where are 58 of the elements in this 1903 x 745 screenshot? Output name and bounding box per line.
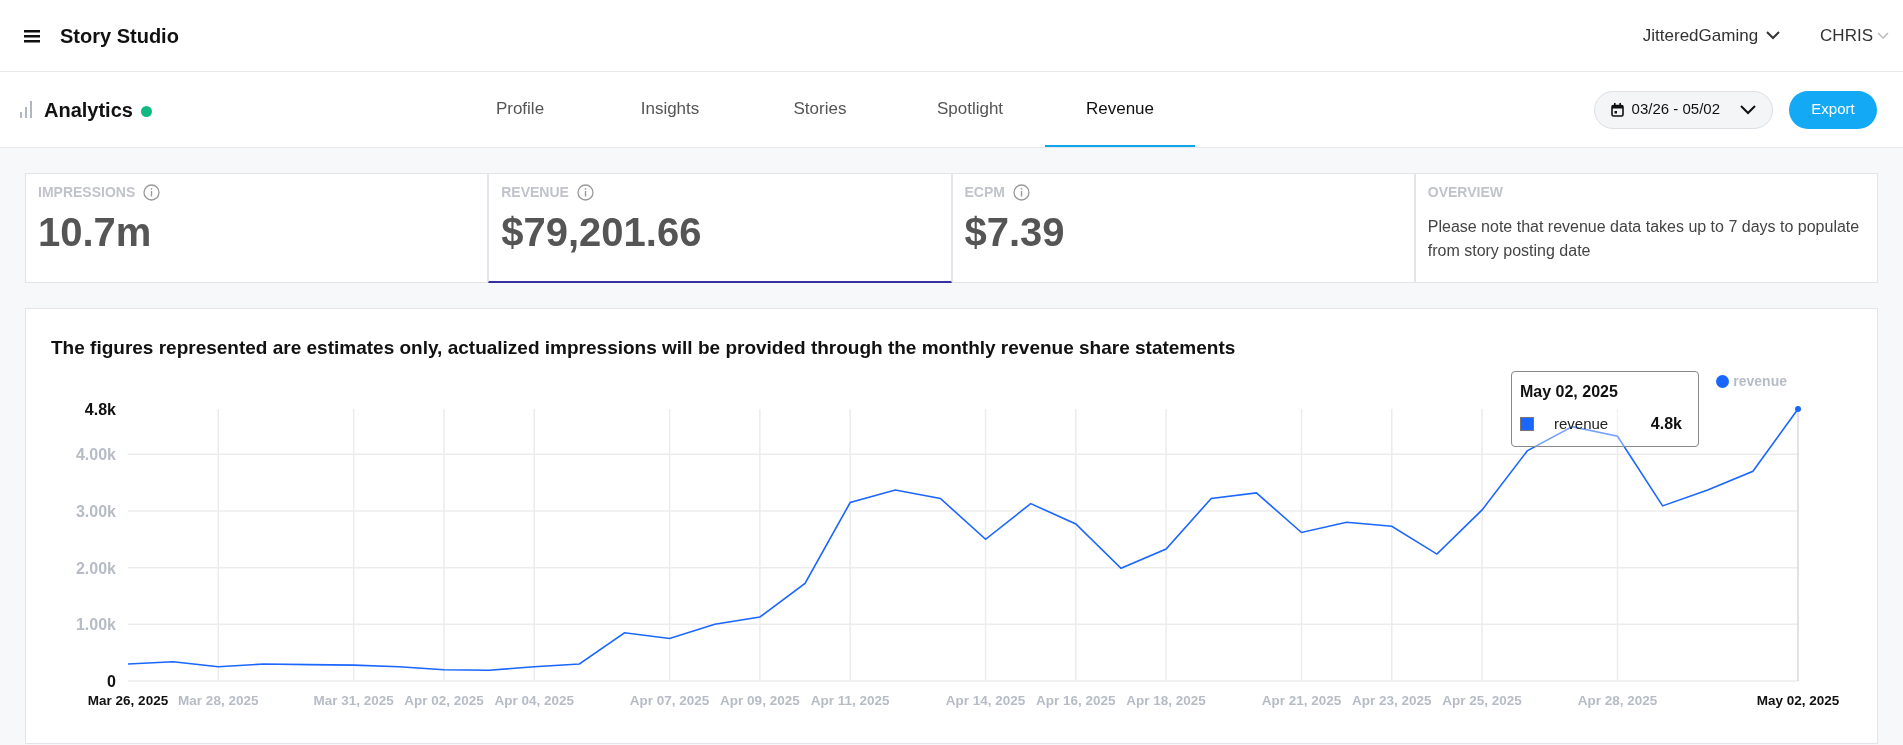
metric-label: IMPRESSIONS <box>38 183 136 202</box>
metric-value: 10.7m <box>38 209 153 256</box>
y-axis-label: 4.8k <box>84 401 116 418</box>
x-axis-label: Mar 31, 2025 <box>313 693 394 708</box>
x-axis-label: Apr 18, 2025 <box>1126 693 1206 708</box>
y-axis-label: 4.00k <box>75 446 116 464</box>
y-axis-label: 0 <box>107 673 116 690</box>
x-axis-label: Apr 16, 2025 <box>1036 693 1116 708</box>
x-axis-label: Apr 02, 2025 <box>404 693 484 708</box>
metric-value: $79,201.66 <box>501 209 703 256</box>
metric-label: ECPM <box>964 183 1005 202</box>
overview-label: OVERVIEW <box>1427 183 1504 202</box>
tooltip-date: May 02, 2025 <box>1520 382 1619 402</box>
user-menu[interactable]: CHRIS <box>1820 22 1889 49</box>
app-title: Story Studio <box>60 23 179 49</box>
y-axis-label: 2.00k <box>75 559 116 577</box>
section-title: Analytics <box>44 97 133 123</box>
metric-card[interactable]: REVENUE $79,201.66 <box>488 173 952 283</box>
chevron-down-icon <box>1766 31 1781 40</box>
metric-label: REVENUE <box>501 183 569 202</box>
nav-tab[interactable]: Stories <box>745 72 895 147</box>
chart-title: The figures represented are estimates only, actualized impressions will be provided through the monthly revenue share statements <box>51 336 1237 360</box>
chevron-down-icon <box>1740 104 1756 115</box>
x-axis-label: Apr 25, 2025 <box>1442 693 1522 708</box>
info-icon <box>576 184 594 201</box>
overview-note: Please note that revenue data takes up to 7 days to populate from story posting date <box>1427 217 1861 261</box>
metric-card[interactable]: ECPM $7.39 <box>951 173 1415 283</box>
y-axis-label: 3.00k <box>75 503 116 520</box>
x-axis-label: Mar 28, 2025 <box>178 693 259 708</box>
nav-tab[interactable]: Insights <box>595 72 745 147</box>
menu-icon[interactable] <box>24 28 40 43</box>
x-axis-label: Apr 28, 2025 <box>1577 693 1658 708</box>
tooltip-series: revenue <box>1554 413 1609 434</box>
x-axis-label: Apr 21, 2025 <box>1261 693 1342 708</box>
metric-card[interactable]: IMPRESSIONS 10.7m <box>25 173 489 283</box>
data-point <box>1795 406 1801 412</box>
x-axis-label: Apr 04, 2025 <box>494 693 574 708</box>
y-axis-label: 1.00k <box>75 616 116 634</box>
x-axis-label: Apr 11, 2025 <box>810 693 890 708</box>
info-icon <box>143 184 161 201</box>
x-axis-label: May 02, 2025 <box>1756 693 1840 708</box>
x-axis-label: Apr 07, 2025 <box>629 693 710 708</box>
calendar-icon <box>1610 102 1624 117</box>
tooltip-value: 4.8k <box>1650 414 1682 434</box>
info-icon <box>1012 184 1030 201</box>
date-range-picker[interactable]: 03/26 - 05/02 <box>1593 90 1773 129</box>
account-dropdown[interactable]: JitteredGaming <box>1642 22 1781 49</box>
chevron-down-icon <box>1877 31 1889 40</box>
series-swatch <box>1520 417 1534 431</box>
bar-chart-icon <box>20 101 32 118</box>
nav-tab[interactable]: Revenue <box>1045 72 1195 147</box>
nav-tab[interactable]: Spotlight <box>895 72 1045 147</box>
x-axis-label: Apr 14, 2025 <box>945 693 1026 708</box>
nav-tab[interactable]: Profile <box>445 72 595 147</box>
x-axis-label: Apr 09, 2025 <box>720 693 800 708</box>
x-axis-label: Apr 23, 2025 <box>1352 693 1432 708</box>
x-axis-label: Mar 26, 2025 <box>87 693 169 708</box>
metric-value: $7.39 <box>964 209 1066 256</box>
